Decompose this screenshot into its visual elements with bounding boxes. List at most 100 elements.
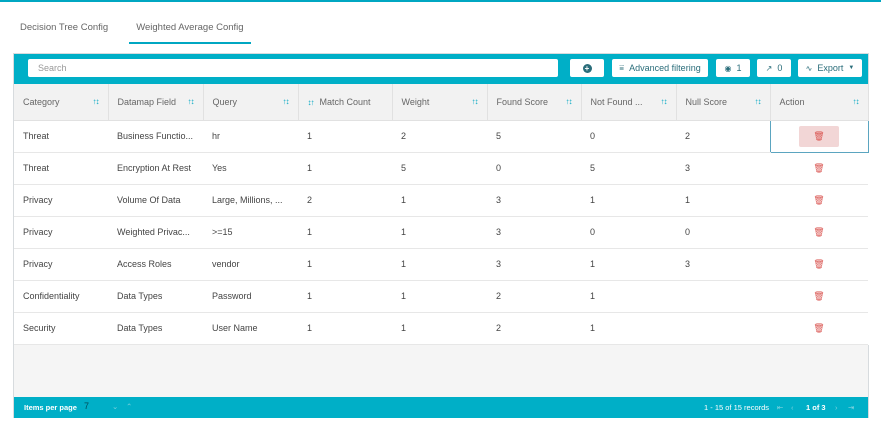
first-page-icon[interactable]: ⇤ xyxy=(777,403,783,412)
cell-weight: 1 xyxy=(392,248,487,281)
table-row[interactable]: Privacy Access Roles vendor 1 1 3 1 3 🗑 xyxy=(14,248,868,281)
sort-icon[interactable]: ↑↕ xyxy=(283,97,290,106)
cell-found-score: 3 xyxy=(487,184,581,217)
cell-category: Confidentiality xyxy=(14,280,108,313)
pinned-columns-button[interactable]: ↗ 0 xyxy=(757,59,791,77)
add-button[interactable]: + xyxy=(570,59,604,77)
trash-icon[interactable]: 🗑 xyxy=(813,227,824,238)
cell-action: 🗑 xyxy=(770,312,868,345)
delete-button[interactable]: 🗑 xyxy=(799,125,839,147)
cell-found-score: 0 xyxy=(487,152,581,185)
items-per-page-select[interactable]: 7 xyxy=(84,401,89,411)
export-button[interactable]: ∿ Export ▼ xyxy=(798,59,862,77)
sort-icon[interactable]: ↑↕ xyxy=(755,97,762,106)
cell-category: Privacy xyxy=(14,216,108,249)
sort-icon[interactable]: ↑↕ xyxy=(566,97,573,106)
cell-null-score: 1 xyxy=(676,184,770,217)
caret-down-icon[interactable]: ⌄ xyxy=(112,402,118,411)
cell-match-count: 1 xyxy=(298,280,392,313)
last-page-icon[interactable]: ⇥ xyxy=(848,403,854,412)
column-header-not-found-score[interactable]: Not Found ... ↑↕ xyxy=(581,84,677,121)
page-indicator: 1 of 3 xyxy=(806,403,826,412)
column-header-datamap-field[interactable]: Datamap Field ↑↕ xyxy=(108,84,204,121)
cell-category: Privacy xyxy=(14,248,108,281)
export-icon: ∿ xyxy=(805,63,813,73)
cell-category: Threat xyxy=(14,152,108,185)
cell-datamap-field: Data Types xyxy=(108,280,203,313)
cell-found-score: 2 xyxy=(487,280,581,313)
cell-not-found-score: 5 xyxy=(581,152,676,185)
advanced-filtering-label: Advanced filtering xyxy=(629,63,701,73)
trash-icon[interactable]: 🗑 xyxy=(813,323,824,334)
table-row[interactable]: Threat Business Functio... hr 1 2 5 0 2 … xyxy=(14,119,869,153)
grid-toolbar: + ⩸ Advanced filtering ◉ 1 ↗ 0 ∿ Export … xyxy=(14,54,868,84)
column-header-action[interactable]: Action ↑↕ xyxy=(770,84,869,121)
cell-category: Privacy xyxy=(14,184,108,217)
column-header-null-score[interactable]: Null Score ↑↕ xyxy=(676,84,771,121)
cell-category: Security xyxy=(14,312,108,345)
trash-icon[interactable]: 🗑 xyxy=(813,195,824,206)
cell-match-count: 1 xyxy=(298,120,392,153)
advanced-filtering-button[interactable]: ⩸ Advanced filtering xyxy=(612,59,708,77)
cell-weight: 5 xyxy=(392,152,487,185)
table-row[interactable]: Confidentiality Data Types Password 1 1 … xyxy=(14,280,868,313)
top-accent-line xyxy=(0,0,881,2)
search-input[interactable] xyxy=(28,59,558,77)
trash-icon: 🗑 xyxy=(813,130,825,141)
cell-weight: 1 xyxy=(392,312,487,345)
sort-icon[interactable]: ↑↕ xyxy=(472,97,479,106)
cell-found-score: 2 xyxy=(487,312,581,345)
plus-circle-icon: + xyxy=(582,63,592,73)
sort-icon[interactable]: ↑↕ xyxy=(661,97,668,106)
cell-not-found-score: 0 xyxy=(581,216,676,249)
cell-null-score xyxy=(676,280,770,313)
cell-found-score: 3 xyxy=(487,248,581,281)
pinned-count: 0 xyxy=(777,63,783,73)
caret-up-icon[interactable]: ⌃ xyxy=(126,402,132,411)
config-grid-card: + ⩸ Advanced filtering ◉ 1 ↗ 0 ∿ Export … xyxy=(13,53,869,418)
visible-count: 1 xyxy=(736,63,742,73)
column-header-match-count[interactable]: ↕↑ Match Count xyxy=(298,84,393,121)
table-row[interactable]: Threat Encryption At Rest Yes 1 5 0 5 3 … xyxy=(14,152,868,185)
config-table: Category ↑↕ Datamap Field ↑↕ Query ↑↕ ↕↑ Mat… xyxy=(14,84,869,345)
table-row[interactable]: Privacy Weighted Privac... >=15 1 1 3 0 … xyxy=(14,216,868,249)
table-row[interactable]: Security Data Types User Name 1 1 2 1 🗑 xyxy=(14,312,868,345)
cell-datamap-field: Access Roles xyxy=(108,248,203,281)
sort-icon[interactable]: ↕↑ xyxy=(308,98,315,107)
cell-match-count: 1 xyxy=(298,312,392,345)
next-page-icon[interactable]: › xyxy=(835,403,838,412)
caret-down-icon: ▼ xyxy=(848,65,855,71)
column-header-found-score[interactable]: Found Score ↑↕ xyxy=(487,84,582,121)
cell-query: Large, Millions, ... xyxy=(203,184,298,217)
cell-query: >=15 xyxy=(203,216,298,249)
records-range: 1 - 15 of 15 records xyxy=(704,403,770,412)
trash-icon[interactable]: 🗑 xyxy=(813,291,824,302)
cell-not-found-score: 1 xyxy=(581,184,676,217)
cell-not-found-score: 1 xyxy=(581,312,676,345)
column-header-query[interactable]: Query ↑↕ xyxy=(203,84,299,121)
cell-datamap-field: Business Functio... xyxy=(108,120,203,153)
cell-query: User Name xyxy=(203,312,298,345)
visible-columns-button[interactable]: ◉ 1 xyxy=(716,59,750,77)
sort-icon[interactable]: ↑↕ xyxy=(93,97,100,106)
table-row[interactable]: Privacy Volume Of Data Large, Millions, … xyxy=(14,184,868,217)
cell-category: Threat xyxy=(14,120,108,153)
sort-icon[interactable]: ↑↕ xyxy=(188,97,195,106)
sort-icon[interactable]: ↑↕ xyxy=(853,97,860,106)
cell-query: Password xyxy=(203,280,298,313)
column-header-weight[interactable]: Weight ↑↕ xyxy=(392,84,488,121)
prev-page-icon[interactable]: ‹ xyxy=(791,403,794,412)
cell-null-score: 2 xyxy=(676,120,770,153)
column-header-category[interactable]: Category ↑↕ xyxy=(14,84,109,121)
tab-weighted-average-config[interactable]: Weighted Average Config xyxy=(129,12,251,44)
cell-action: 🗑 xyxy=(770,248,868,281)
eye-icon: ◉ xyxy=(724,63,732,73)
cell-datamap-field: Volume Of Data xyxy=(108,184,203,217)
filter-icon: ⩸ xyxy=(619,63,625,72)
tab-decision-tree-config[interactable]: Decision Tree Config xyxy=(13,12,115,44)
trash-icon[interactable]: 🗑 xyxy=(813,259,824,270)
cell-match-count: 1 xyxy=(298,152,392,185)
pin-icon: ↗ xyxy=(765,63,773,73)
cell-null-score xyxy=(676,312,770,345)
trash-icon[interactable]: 🗑 xyxy=(813,163,824,174)
